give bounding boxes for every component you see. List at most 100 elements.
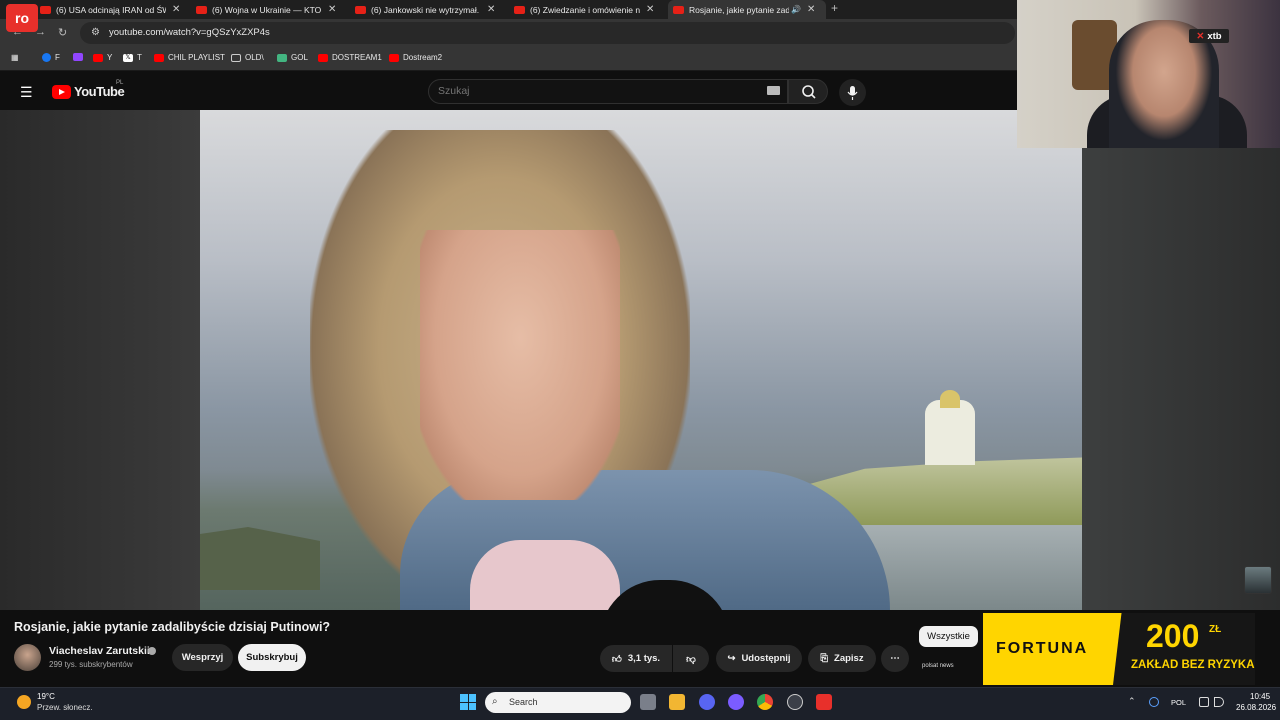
sponsor-badge-text: xtb [1207, 30, 1222, 42]
support-label: Wesprzyj [181, 652, 224, 663]
twitch-icon [73, 53, 83, 61]
bookmark-label: Dostream2 [403, 53, 443, 62]
share-label: Udostępnij [741, 653, 791, 664]
search-icon [802, 85, 816, 99]
keyboard-icon[interactable] [767, 86, 780, 95]
bookmark-label: CHIL PLAYLIST [168, 53, 225, 62]
close-tab-icon[interactable]: ✕ [807, 4, 815, 15]
region-label: PL [116, 80, 124, 86]
weather-sun-icon[interactable] [17, 695, 31, 709]
obs-icon[interactable] [787, 694, 803, 710]
browser-tab[interactable]: (6) Wojna w Ukrainie — KTO NA ✕ [196, 0, 346, 19]
bookmark-item[interactable]: F [42, 53, 60, 62]
site-info-icon[interactable]: ⚙ [91, 27, 100, 38]
search-input[interactable] [438, 83, 738, 99]
bookmark-item[interactable]: 𝕏T [123, 53, 142, 62]
channel-name[interactable]: Viacheslav Zarutskii [49, 645, 150, 657]
close-tab-icon[interactable]: ✕ [646, 4, 654, 15]
thumbs-down-icon: 👎︎ [686, 653, 696, 665]
stream-logo: ro [6, 4, 38, 32]
weather-description[interactable]: Przew. słonecz. [37, 703, 93, 712]
video-player[interactable] [200, 110, 1082, 610]
chrome-icon[interactable] [757, 694, 773, 710]
more-actions-button[interactable]: ⋯ [881, 645, 909, 672]
microphone-tray-icon[interactable] [1149, 697, 1159, 707]
file-explorer-icon[interactable] [669, 694, 685, 710]
app-red-icon[interactable] [816, 694, 832, 710]
menu-icon[interactable]: ☰ [20, 84, 33, 101]
voice-search-button[interactable] [839, 79, 866, 106]
clock-date[interactable]: 26.08.2026 [1236, 703, 1276, 712]
bookmark-label: OLD\ [245, 53, 264, 62]
video-person-shirt [470, 540, 620, 610]
youtube-logo-text: YouTube [74, 84, 125, 99]
tray-overflow-icon[interactable]: ⌃ [1128, 696, 1136, 707]
share-button[interactable]: ↪ Udostępnij [716, 645, 802, 672]
ad-tagline: ZAKŁAD BEZ RYZYKA [1131, 659, 1255, 671]
taskbar-search[interactable] [485, 692, 631, 713]
weather-temperature[interactable]: 19°C [37, 692, 55, 701]
youtube-icon [389, 53, 399, 62]
volume-icon[interactable] [1214, 697, 1224, 707]
bookmark-label: F [55, 53, 60, 62]
save-button[interactable]: ⎘ Zapisz [808, 645, 876, 672]
more-icon: ⋯ [890, 653, 900, 664]
ad-brand: FORTUNA [996, 640, 1089, 657]
clock-time[interactable]: 10:45 [1250, 692, 1270, 701]
video-ambient-left [0, 110, 200, 610]
bookmark-item[interactable]: DOSTREAM1 [318, 53, 382, 62]
task-view-icon[interactable] [640, 694, 656, 710]
close-tab-icon[interactable]: ✕ [487, 4, 495, 15]
bookmark-item[interactable]: Dostream2 [389, 53, 442, 62]
browser-tab-active[interactable]: Rosjanie, jakie pytanie zada 🔊 ✕ [668, 0, 826, 19]
bookmark-item[interactable]: CHIL PLAYLIST [154, 53, 225, 62]
video-ambient-right [1082, 110, 1280, 610]
browser-tab[interactable]: (6) USA odcinają IRAN od ŚWIA ✕ [40, 0, 190, 19]
tab-title: (6) USA odcinają IRAN od ŚWIA [56, 4, 166, 15]
channel-avatar[interactable] [14, 644, 41, 671]
close-tab-icon[interactable]: ✕ [328, 4, 336, 15]
new-tab-button[interactable]: + [831, 1, 838, 15]
tab-title: (6) Jankowski nie wytrzymał. "Z [371, 4, 481, 15]
like-count: 3,1 tys. [627, 653, 661, 664]
bookmark-item[interactable] [73, 53, 83, 61]
tab-title: Rosjanie, jakie pytanie zada [689, 4, 789, 15]
filter-chip-all[interactable]: Wszystkie [919, 626, 978, 647]
network-icon[interactable] [1199, 697, 1209, 707]
app-sparkle-icon[interactable] [728, 694, 744, 710]
search-button[interactable] [788, 79, 828, 104]
url-text[interactable]: youtube.com/watch?v=gQSzYxZXP4s [109, 27, 270, 38]
support-button[interactable]: Wesprzyj [172, 644, 233, 671]
tab-title: (6) Zwiedzanie i omówienie na [530, 4, 640, 15]
subscribe-label: Subskrybuj [246, 652, 298, 663]
speaker-icon[interactable]: 🔊 [791, 5, 801, 14]
youtube-play-icon [52, 84, 71, 99]
like-button[interactable]: 👍︎ 3,1 tys. [600, 645, 672, 672]
facebook-icon [42, 53, 51, 62]
video-scene-dome [940, 390, 960, 408]
bookmark-label: T [137, 53, 142, 62]
discord-icon[interactable] [699, 694, 715, 710]
video-person-face [420, 230, 620, 500]
microphone-icon [847, 86, 858, 100]
ad-currency: ZŁ [1209, 624, 1222, 635]
reload-icon[interactable]: ↻ [58, 26, 67, 39]
bookmark-item[interactable]: Y [93, 53, 112, 62]
bookmark-item[interactable]: OLD\ [231, 53, 264, 62]
bookmark-label: GOL [291, 53, 308, 62]
dislike-button[interactable]: 👎︎ [673, 645, 709, 672]
start-menu-icon[interactable] [460, 694, 476, 710]
browser-tab[interactable]: (6) Jankowski nie wytrzymał. "Z ✕ [355, 0, 505, 19]
youtube-logo[interactable]: YouTube [52, 84, 125, 99]
bookmark-icon: ⎘ [820, 653, 829, 664]
webcam-overlay [1017, 0, 1280, 148]
apps-grid-icon[interactable]: ▦ [11, 53, 19, 62]
subscribe-button[interactable]: Subskrybuj [238, 644, 306, 671]
video-title: Rosjanie, jakie pytanie zadalibyście dzi… [14, 620, 331, 634]
close-tab-icon[interactable]: ✕ [172, 4, 180, 15]
input-language[interactable]: POL [1171, 698, 1186, 707]
bookmark-item[interactable]: GOL [277, 53, 308, 62]
sponsor-badge: ✕ xtb [1189, 29, 1229, 43]
youtube-favicon-icon [673, 5, 684, 14]
browser-tab[interactable]: (6) Zwiedzanie i omówienie na ✕ [514, 0, 664, 19]
